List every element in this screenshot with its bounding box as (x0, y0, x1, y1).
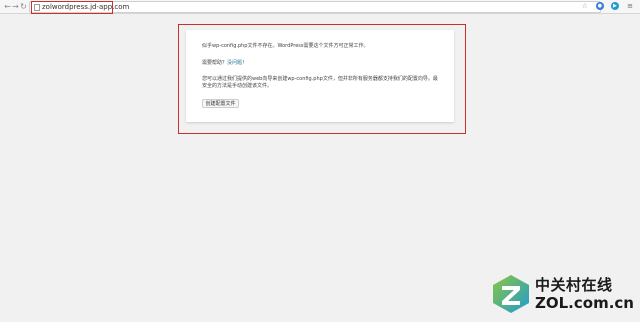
star-icon[interactable]: ☆ (581, 2, 589, 10)
zol-logo-icon (493, 275, 529, 313)
reload-icon[interactable]: ↻ (19, 2, 28, 11)
extension-icon[interactable]: ● (595, 2, 604, 10)
wizard-explanation: 您可以通过我们提供的web向导来创建wp-config.php文件，但并非所有服… (202, 76, 438, 89)
address-bar[interactable]: zolwordpress.jd-app.com (29, 1, 601, 13)
help-prefix: 需要帮助？ (202, 60, 228, 66)
hamburger-menu-icon[interactable]: ≡ (626, 2, 634, 10)
url-highlight-box (31, 1, 113, 14)
help-line: 需要帮助？没问题！ (202, 60, 440, 67)
watermark-chinese-text: 中关村在线 (535, 276, 613, 294)
extension-icons: ☆ ● ▶ ≡ (579, 2, 634, 11)
create-config-button[interactable]: 创建配置文件 (202, 99, 239, 108)
help-link[interactable]: 没问题 (227, 60, 242, 66)
watermark-english-text: ZOL.com.cn (535, 294, 634, 312)
extension-icon[interactable]: ▶ (610, 2, 619, 10)
help-suffix: ！ (242, 60, 248, 66)
missing-config-message: 似乎wp-config.php文件不存在。WordPress需要这个文件方可正常… (202, 43, 369, 49)
setup-message-card: 似乎wp-config.php文件不存在。WordPress需要这个文件方可正常… (186, 30, 454, 122)
zol-watermark: 中关村在线 ZOL.com.cn (489, 270, 635, 318)
